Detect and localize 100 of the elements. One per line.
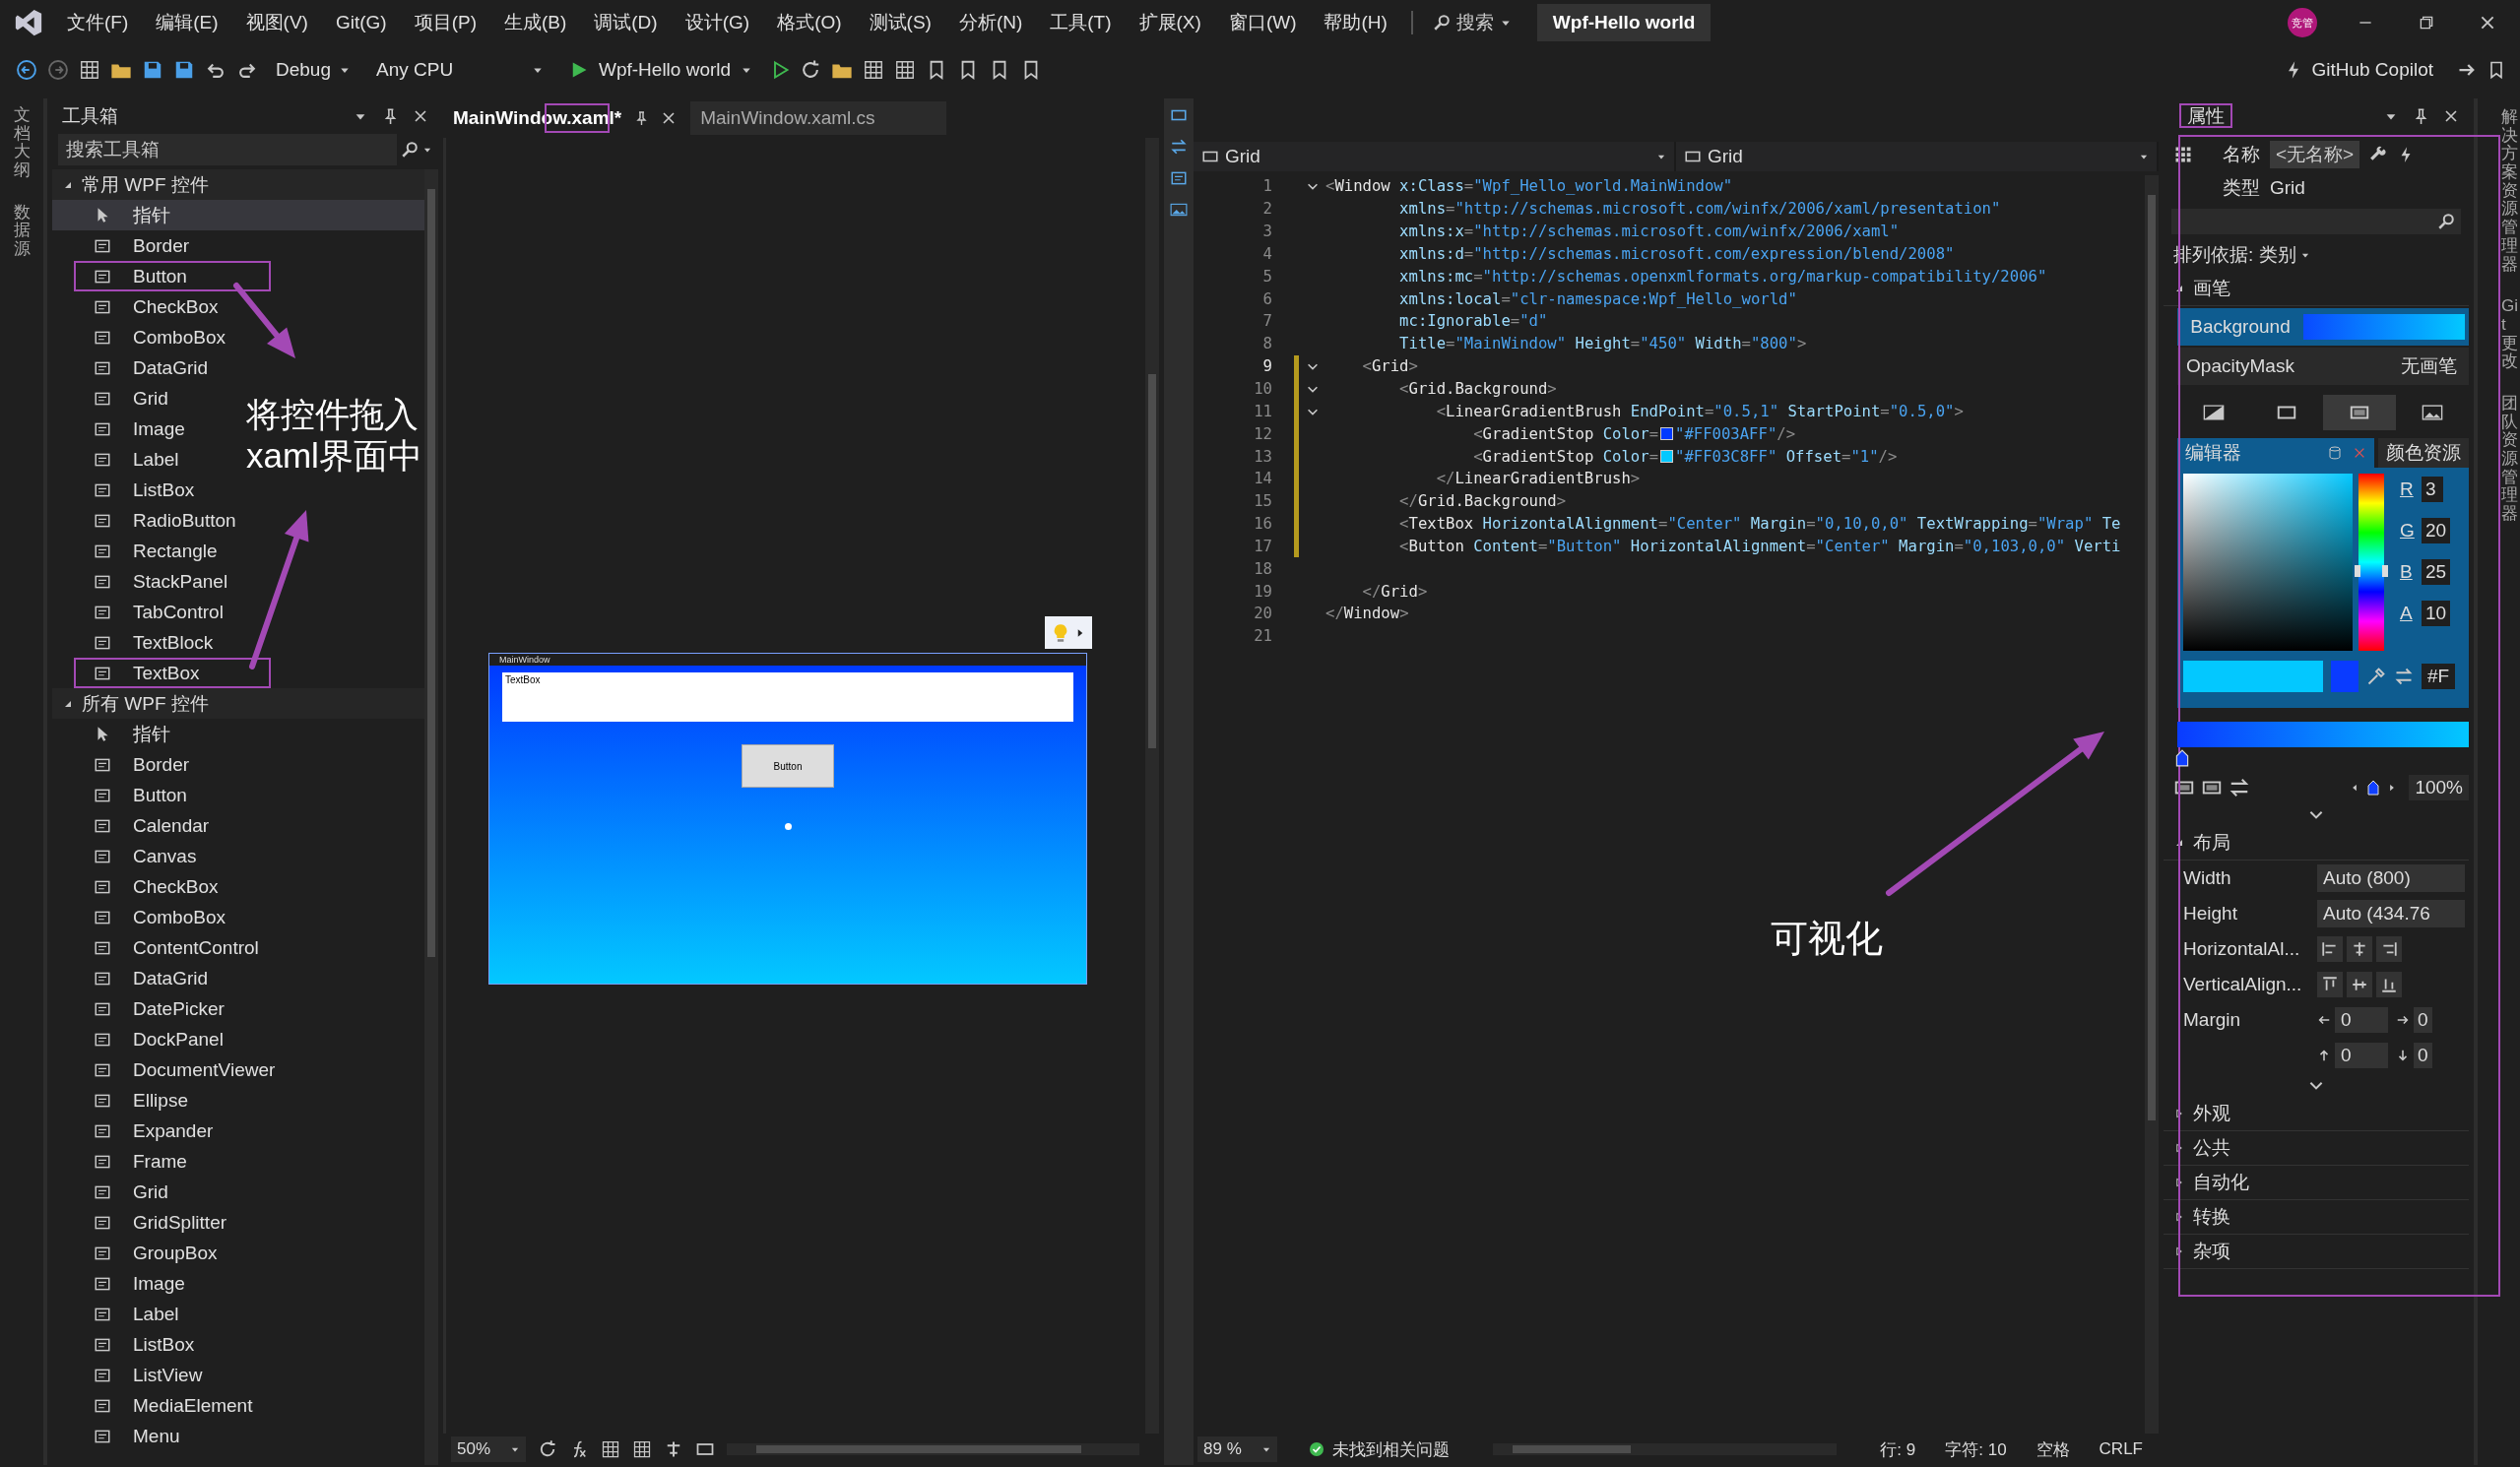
menubar-entry[interactable]: 测试(S) [855, 4, 945, 41]
swap-icon[interactable] [2394, 667, 2414, 686]
restore-icon[interactable] [2418, 14, 2435, 32]
search-field[interactable]: 搜索工具箱 [58, 134, 397, 165]
grid-icon[interactable] [894, 59, 917, 81]
toolbox-item[interactable]: Canvas [52, 841, 209, 871]
xaml-view-icon[interactable] [1170, 169, 1188, 187]
platform-dropdown[interactable]: Any CPU [368, 55, 551, 85]
group-header[interactable]: 常用 WPF 控件 [52, 169, 424, 200]
menubar-entry[interactable]: 格式(O) [763, 4, 856, 41]
scope-dropdown[interactable]: Grid [1194, 142, 1676, 171]
scrollbar[interactable] [727, 1443, 1139, 1455]
toolbox-item[interactable]: Rectangle [52, 536, 229, 566]
toolbox-item[interactable]: TabControl [52, 597, 235, 627]
margin-field[interactable]: 0 [2414, 1043, 2432, 1068]
side-tab[interactable]: Git 更改 [2501, 297, 2518, 371]
eyedropper-icon[interactable] [2366, 667, 2386, 686]
editor-tab[interactable]: 编辑器 [2177, 438, 2374, 468]
property-field[interactable]: Auto (434.76 [2317, 900, 2465, 927]
copilot-button[interactable]: GitHub Copilot [2284, 59, 2433, 81]
menubar-entry[interactable]: 项目(P) [400, 4, 490, 41]
toolbox-item[interactable]: ComboBox [52, 322, 237, 352]
start-button[interactable]: Wpf-Hello world [561, 55, 761, 85]
group-header[interactable]: 所有 WPF 控件 [52, 688, 424, 719]
margin-field[interactable]: 0 [2414, 1007, 2432, 1033]
toolbox-item[interactable]: Expander [52, 1116, 226, 1146]
toolbox-item[interactable]: CheckBox [52, 871, 230, 902]
toolbox-item[interactable]: Label [52, 444, 191, 475]
toolbox-item[interactable]: GridSplitter [52, 1207, 239, 1238]
close-icon[interactable] [413, 108, 428, 124]
menubar-entry[interactable]: 生成(B) [489, 4, 581, 41]
margin-field[interactable]: 0 [2335, 1043, 2388, 1068]
toolbox-item[interactable]: Image [52, 1268, 197, 1299]
channel-field[interactable]: 25 [2422, 559, 2451, 585]
avatar[interactable]: 竞管 [2288, 8, 2317, 37]
menubar-entry[interactable]: Git(G) [321, 6, 401, 39]
toolbox-item[interactable]: ListBox [52, 475, 207, 505]
swap-icon[interactable] [1170, 138, 1188, 156]
grid-icon[interactable] [79, 59, 100, 81]
scrollbar[interactable] [1145, 138, 1159, 1434]
toolbox-item[interactable]: DatePicker [52, 993, 236, 1024]
align-button[interactable] [2376, 936, 2402, 962]
grid-icon[interactable] [863, 59, 885, 81]
toolbox-item[interactable]: Menu [52, 1421, 192, 1451]
toolbox-item[interactable]: StackPanel [52, 566, 240, 597]
toolbox-item[interactable]: CheckBox [52, 291, 230, 322]
issues-indicator[interactable]: 未找到相关问题 [1308, 1437, 1450, 1461]
toolbox-item[interactable]: 指针 [52, 719, 182, 749]
zoom-dropdown[interactable]: 50% [451, 1436, 527, 1462]
menubar-entry[interactable]: 编辑(E) [142, 4, 232, 41]
gradient-stop-icon[interactable] [2365, 778, 2382, 797]
grid-icon[interactable] [632, 1439, 653, 1459]
toolbox-item[interactable]: Label [52, 1299, 191, 1329]
menubar-entry[interactable]: 窗口(W) [1214, 4, 1311, 41]
gradient-stop-icon[interactable] [2173, 748, 2191, 768]
menubar-entry[interactable]: 帮助(H) [1310, 4, 1401, 41]
hue-slider-thumb[interactable] [2355, 565, 2388, 577]
document-tab[interactable]: MainWindow.xaml.cs [690, 101, 947, 135]
menubar-entry[interactable]: 分析(N) [944, 4, 1037, 41]
hex-field[interactable]: #F [2422, 664, 2456, 689]
toolbox-item[interactable]: Image [52, 414, 197, 444]
section-header[interactable]: 公共 [2164, 1131, 2469, 1166]
toolbox-item[interactable]: ListBox [52, 1329, 207, 1360]
toolbox-item[interactable]: TextBlock [52, 627, 226, 658]
property-field[interactable]: Auto (800) [2317, 864, 2465, 892]
search-button[interactable]: 搜索 [1422, 6, 1521, 39]
channel-field[interactable]: 20 [2422, 518, 2451, 543]
name-field[interactable]: <无名称> [2270, 141, 2360, 168]
close-icon[interactable] [661, 110, 678, 126]
menubar-entry[interactable]: 调试(D) [580, 4, 672, 41]
toolbox-item[interactable]: Ellipse [52, 1085, 200, 1116]
toolbox-item[interactable]: 指针 [52, 200, 424, 230]
channel-field[interactable]: 3 [2422, 477, 2443, 502]
scrollbar[interactable] [1492, 1443, 1838, 1455]
side-tab[interactable]: 解决方案资源管理器 [2501, 108, 2518, 275]
close-icon[interactable] [2479, 14, 2496, 32]
scrollbar[interactable] [424, 169, 438, 1465]
center-handle[interactable] [784, 823, 792, 830]
side-tab[interactable]: 数据源 [13, 203, 31, 259]
margin-field[interactable]: 0 [2335, 1007, 2388, 1033]
toolbox-item[interactable]: DataGrid [52, 352, 221, 383]
refresh-icon[interactable] [538, 1439, 558, 1459]
configuration-dropdown[interactable]: Debug [268, 55, 358, 85]
toolbox-item[interactable]: RadioButton [52, 505, 248, 536]
toolbox-item[interactable]: ComboBox [52, 902, 237, 932]
edit-icon[interactable] [1170, 201, 1188, 219]
opacity-field[interactable]: 100% [2409, 775, 2469, 800]
toolbox-item[interactable]: ContentControl [52, 932, 271, 963]
toolbox-item[interactable]: Border [52, 230, 202, 261]
save-icon[interactable] [173, 59, 195, 81]
toolbox-item[interactable]: Border [52, 749, 202, 780]
forward-icon[interactable] [47, 59, 69, 81]
color-field[interactable] [2183, 474, 2353, 651]
close-icon[interactable] [2443, 108, 2459, 124]
toolbox-item[interactable]: DockPanel [52, 1024, 235, 1054]
align-button[interactable] [2317, 972, 2343, 997]
toolbox-item[interactable]: DataGrid [52, 963, 221, 993]
toolbox-item[interactable]: Grid [52, 1177, 180, 1207]
toolbox-item[interactable]: DocumentViewer [52, 1054, 288, 1085]
section-header[interactable]: 杂项 [2164, 1235, 2469, 1269]
